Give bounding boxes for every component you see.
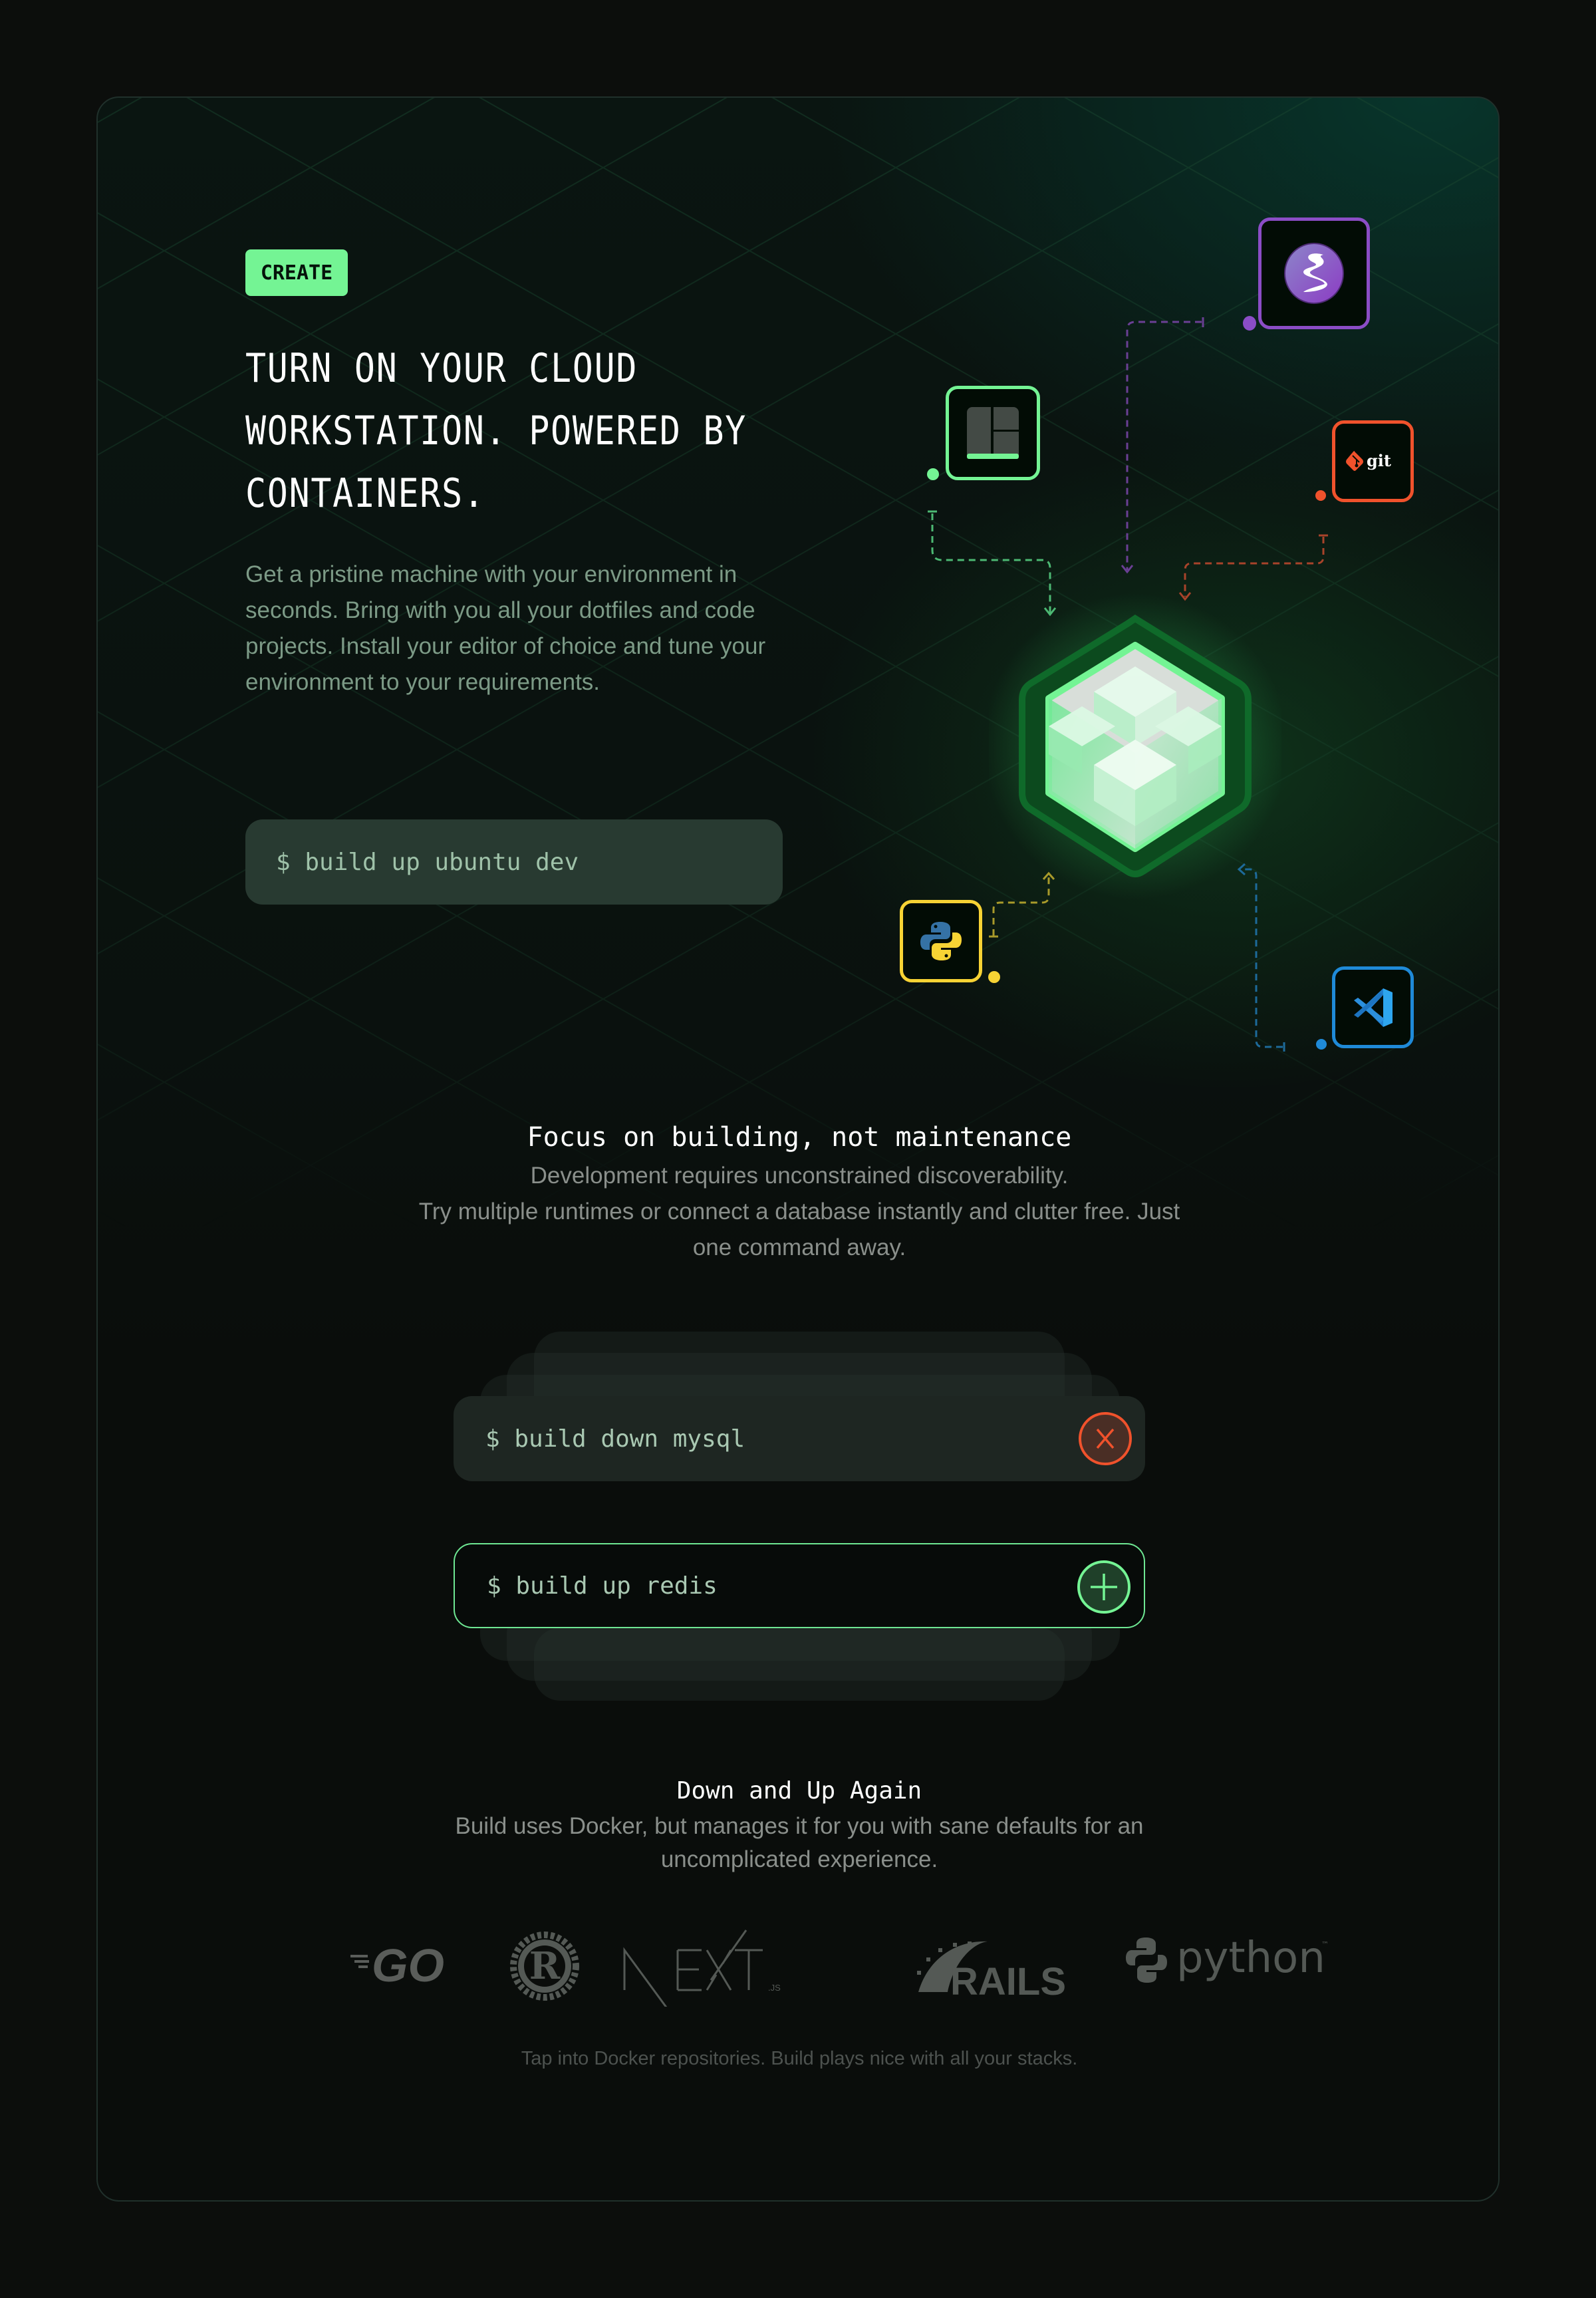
tool-panels[interactable] xyxy=(946,386,1040,480)
git-label: git xyxy=(1367,451,1391,470)
python-logo-icon: python ™ xyxy=(1126,1934,1329,1983)
stack-logos: GO R .JS RAILS python ™ xyxy=(98,1920,1498,2007)
rust-logo-icon: R xyxy=(510,1932,579,2001)
stack-shadow xyxy=(534,1628,1065,1701)
command-text: $ build up redis xyxy=(487,1572,718,1600)
status-dot xyxy=(1243,316,1256,331)
status-dot xyxy=(1315,490,1326,501)
plus-icon xyxy=(1091,1574,1117,1600)
rails-logo-icon: RAILS xyxy=(917,1941,1066,2000)
status-dot xyxy=(927,468,939,480)
command-text: $ build down mysql xyxy=(485,1425,745,1453)
add-button[interactable] xyxy=(1077,1560,1130,1614)
connector-line-git xyxy=(1184,537,1325,597)
go-logo-icon: GO xyxy=(350,1941,444,1988)
rails-logo-label: RAILS xyxy=(950,1960,1066,2000)
command-row-down[interactable]: $ build down mysql xyxy=(454,1396,1145,1481)
python-icon xyxy=(920,922,962,960)
stacks-title: Down and Up Again xyxy=(676,1777,922,1804)
containers-cube-icon xyxy=(989,593,1281,899)
git-icon: git xyxy=(1345,450,1391,471)
tool-git[interactable]: git xyxy=(1332,420,1414,502)
go-logo-label: GO xyxy=(372,1941,444,1988)
nextjs-logo-suffix: .JS xyxy=(768,1983,781,1993)
focus-description: Development requires unconstrained disco… xyxy=(334,1158,1265,1266)
vscode-icon xyxy=(1353,988,1393,1027)
emacs-icon xyxy=(1284,243,1344,304)
close-icon xyxy=(1096,1428,1115,1449)
python-logo-label: python xyxy=(1176,1934,1325,1983)
tool-vscode[interactable] xyxy=(1332,966,1414,1048)
footer-note: Tap into Docker repositories. Build play… xyxy=(521,2048,1078,2069)
focus-line: one command away. xyxy=(692,1234,906,1260)
stacks-line: Build uses Docker, but manages it for yo… xyxy=(455,1813,1144,1839)
nextjs-logo-icon: .JS xyxy=(623,1930,781,2007)
tool-emacs[interactable] xyxy=(1258,217,1370,329)
command-row-up[interactable]: $ build up redis xyxy=(454,1543,1145,1628)
stacks-description: Build uses Docker, but manages it for yo… xyxy=(400,1810,1198,1876)
python-logo-trademark: ™ xyxy=(1321,1940,1329,1949)
connector-line-emacs xyxy=(1126,321,1202,570)
remove-button[interactable] xyxy=(1079,1412,1132,1465)
tool-python[interactable] xyxy=(900,900,982,982)
focus-title: Focus on building, not maintenance xyxy=(527,1122,1072,1153)
focus-line: Try multiple runtimes or connect a datab… xyxy=(418,1199,1180,1224)
rust-logo-label: R xyxy=(529,1944,561,1988)
stacks-line: uncomplicated experience. xyxy=(660,1846,938,1872)
status-dot xyxy=(988,971,1000,983)
layout-panels-icon xyxy=(967,407,1019,459)
focus-line: Development requires unconstrained disco… xyxy=(530,1163,1069,1189)
hero-card: CREATE TURN ON YOUR CLOUD WORKSTATION. P… xyxy=(96,96,1500,2202)
status-dot xyxy=(1316,1039,1327,1050)
